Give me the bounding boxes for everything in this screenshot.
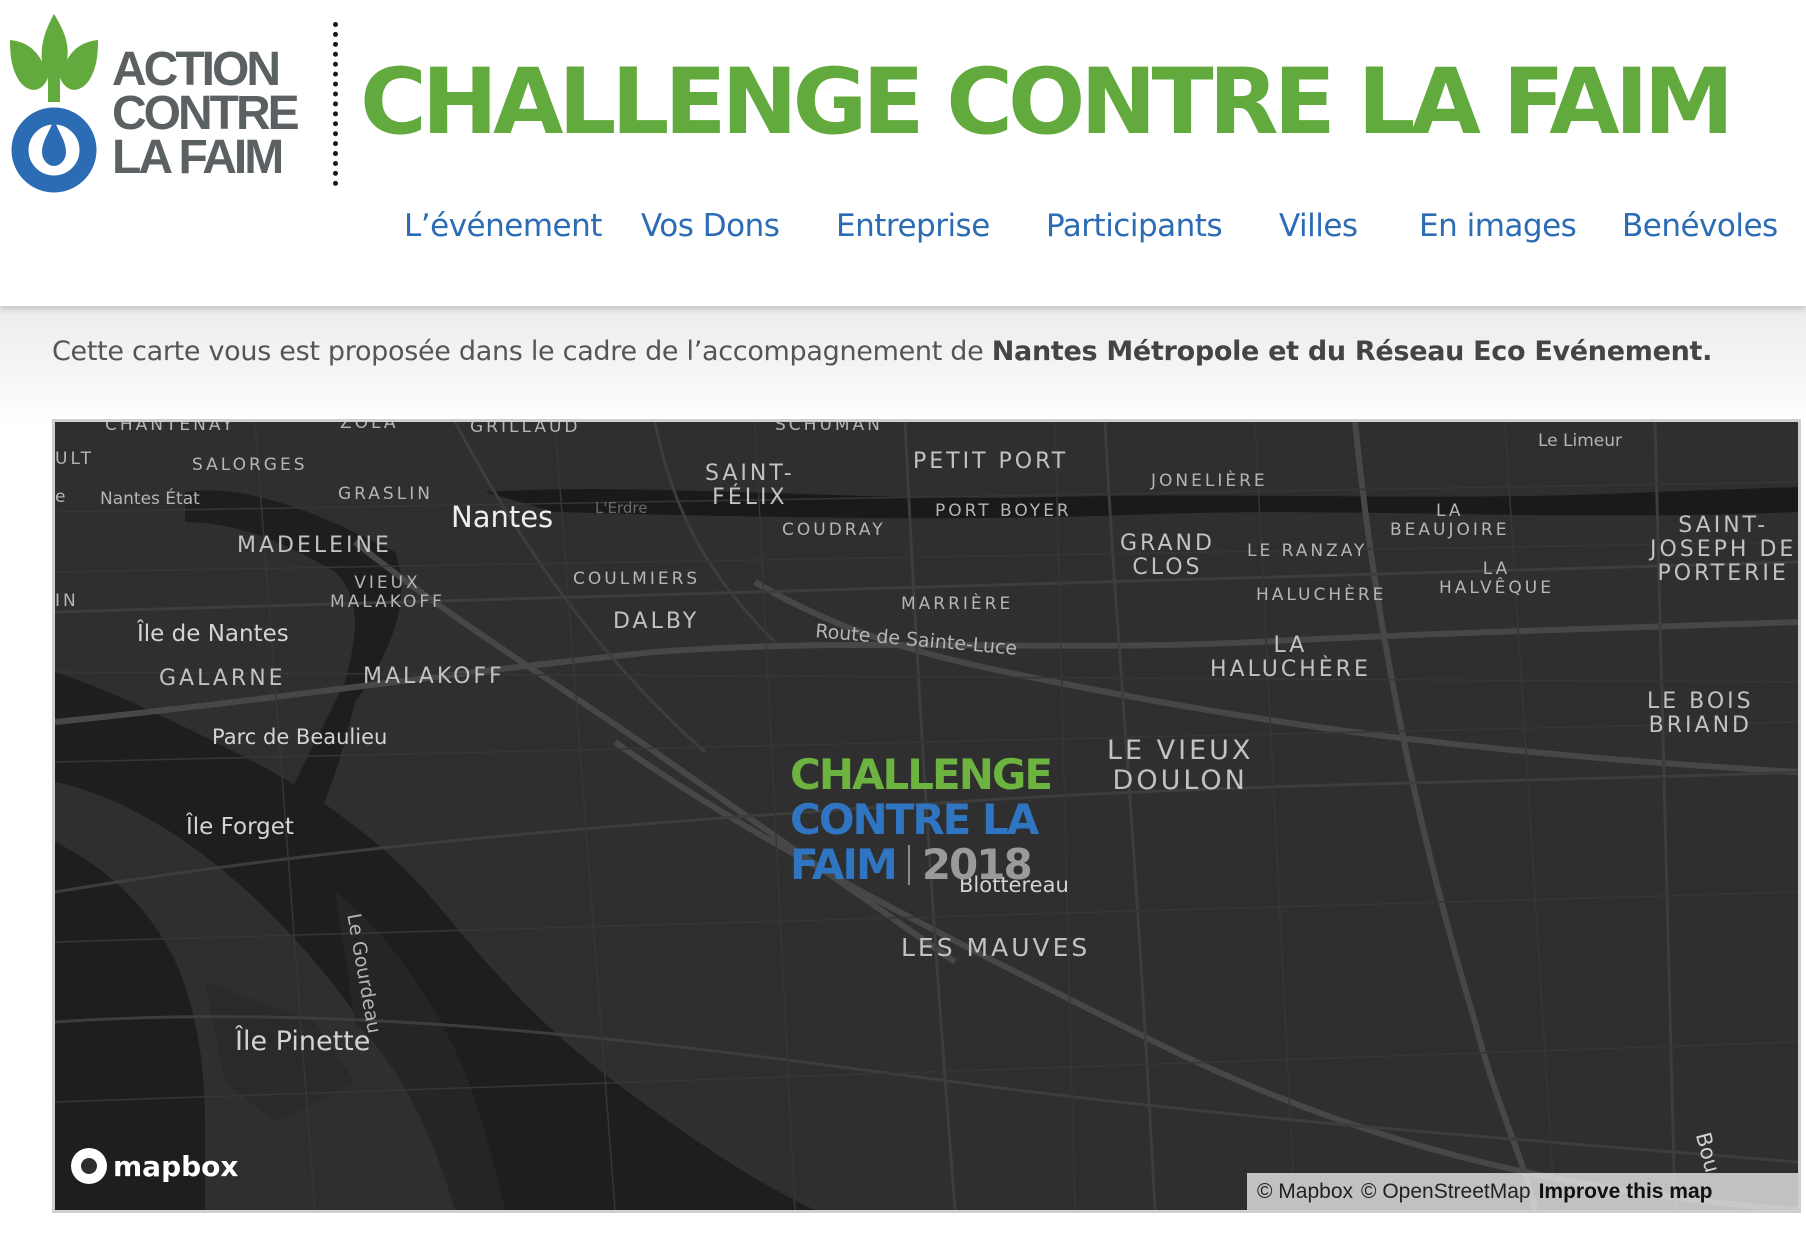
mapbox-icon bbox=[71, 1148, 107, 1184]
map-logo-line-2: CONTRE LA bbox=[790, 795, 1039, 844]
map-label-ile-pinette: Île Pinette bbox=[235, 1026, 371, 1057]
map-logo-line-3: FAIM bbox=[790, 840, 898, 889]
map-label-ult: ULT bbox=[55, 449, 94, 469]
map-label-ile-de-nantes: Île de Nantes bbox=[137, 621, 289, 647]
map-label-marriere: MARRIÈRE bbox=[901, 594, 1014, 614]
map-label-port-boyer: PORT BOYER bbox=[935, 501, 1072, 521]
map-label-dalby: DALBY bbox=[613, 609, 700, 634]
map-label-petit-port: PETIT PORT bbox=[913, 449, 1069, 474]
improve-this-map-link[interactable]: Improve this map bbox=[1539, 1180, 1713, 1203]
logo-emblem-icon bbox=[10, 14, 98, 193]
map-label-e: e bbox=[55, 487, 66, 507]
nav-item-vos-dons[interactable]: Vos Dons bbox=[641, 208, 780, 244]
map-logo-line-1: CHALLENGE bbox=[790, 750, 1053, 799]
map-label-joneliere: JONELIÈRE bbox=[1151, 471, 1268, 491]
logo-line-1: ACTION bbox=[112, 43, 281, 96]
map-label-schuman: SCHUMAN bbox=[775, 419, 883, 435]
action-contre-la-faim-logo[interactable]: ACTION CONTRE LA FAIM bbox=[8, 10, 308, 200]
nav-item-participants[interactable]: Participants bbox=[1046, 208, 1223, 244]
map-label-nantes: Nantes bbox=[451, 500, 554, 534]
map-label-vieux-malakoff: VIEUX MALAKOFF bbox=[330, 573, 445, 612]
intro-bold: Nantes Métropole et du Réseau Eco Evénem… bbox=[991, 336, 1713, 367]
logo-text: ACTION CONTRE LA FAIM bbox=[112, 43, 300, 184]
map-label-ile-forget: Île Forget bbox=[186, 814, 294, 840]
map-label-le-vieux-doulon: LE VIEUX DOULON bbox=[1107, 735, 1254, 796]
map-label-la-beaujoire: LA BEAUJOIRE bbox=[1390, 501, 1510, 540]
attribution-osm-link[interactable]: © OpenStreetMap bbox=[1361, 1180, 1531, 1203]
mapbox-logo[interactable]: mapbox bbox=[71, 1148, 238, 1184]
map-label-saint-felix: SAINT- FÉLIX bbox=[705, 461, 795, 511]
map-label-galarne: GALARNE bbox=[159, 666, 286, 691]
map-label-le-bois-briand: LE BOIS BRIAND bbox=[1647, 689, 1754, 739]
map-label-le-limeur: Le Limeur bbox=[1538, 431, 1623, 451]
map-label-grand-clos: GRAND CLOS bbox=[1120, 531, 1215, 581]
map-label-salorges: SALORGES bbox=[192, 455, 308, 475]
intro-plain: Cette carte vous est proposée dans le ca… bbox=[52, 336, 992, 367]
map-label-les-mauves: LES MAUVES bbox=[901, 933, 1091, 962]
map-label-graslin: GRASLIN bbox=[338, 484, 433, 504]
map-label-haluchere: HALUCHÈRE bbox=[1256, 585, 1387, 605]
map-label-coulmiers: COULMIERS bbox=[573, 569, 701, 589]
map-attribution: © Mapbox © OpenStreetMap Improve this map bbox=[1247, 1173, 1798, 1210]
map-logo-separator bbox=[907, 845, 910, 885]
site-title[interactable]: CHALLENGE CONTRE LA FAIM bbox=[360, 48, 1734, 158]
map-intro-text: Cette carte vous est proposée dans le ca… bbox=[52, 336, 1712, 367]
nav-item-villes[interactable]: Villes bbox=[1279, 208, 1358, 244]
logo-divider bbox=[333, 22, 338, 186]
map-label-malakoff: MALAKOFF bbox=[363, 664, 505, 689]
logo-line-2: CONTRE bbox=[112, 87, 300, 140]
nav-item-en-images[interactable]: En images bbox=[1419, 208, 1577, 244]
logo-line-3: LA FAIM bbox=[112, 131, 284, 184]
nav-item-evenement[interactable]: L’événement bbox=[404, 208, 602, 244]
map-label-grillaud: GRILLAUD bbox=[470, 419, 581, 437]
map-label-zola: ZOLA bbox=[340, 419, 399, 433]
site-header: ACTION CONTRE LA FAIM CHALLENGE CONTRE L… bbox=[0, 0, 1806, 306]
nav-item-benevoles[interactable]: Benévoles bbox=[1622, 208, 1778, 244]
nav-item-entreprise[interactable]: Entreprise bbox=[836, 208, 990, 244]
map-label-la-haluchere: LA HALUCHÈRE bbox=[1210, 633, 1371, 683]
main-content: Cette carte vous est proposée dans le ca… bbox=[0, 306, 1806, 1250]
main-nav: L’événement Vos Dons Entreprise Particip… bbox=[0, 208, 1806, 254]
event-map[interactable]: CHANTENAY ZOLA GRILLAUD SCHUMAN ULT SALO… bbox=[52, 419, 1801, 1213]
attribution-mapbox-link[interactable]: © Mapbox bbox=[1257, 1180, 1353, 1203]
map-label-le-ranzay: LE RANZAY bbox=[1247, 541, 1368, 561]
map-label-saint-joseph-de-porterie: SAINT- JOSEPH DE PORTERIE bbox=[1650, 513, 1797, 587]
map-label-chantenay: CHANTENAY bbox=[105, 419, 236, 435]
mapbox-wordmark: mapbox bbox=[113, 1149, 239, 1183]
map-label-parc-de-beaulieu: Parc de Beaulieu bbox=[212, 725, 388, 749]
map-label-in: IN bbox=[55, 591, 79, 611]
map-label-coudray: COUDRAY bbox=[782, 520, 886, 540]
map-logo-year: 2018 bbox=[921, 840, 1033, 889]
map-label-madeleine: MADELEINE bbox=[237, 533, 392, 558]
map-label-nantes-etat: Nantes État bbox=[100, 489, 200, 509]
challenge-2018-map-logo: CHALLENGE CONTRE LA FAIM 2018 bbox=[790, 750, 1053, 889]
map-label-erdre: L'Erdre bbox=[595, 499, 648, 517]
map-label-la-halveque: LA HALVÊQUE bbox=[1439, 559, 1554, 598]
